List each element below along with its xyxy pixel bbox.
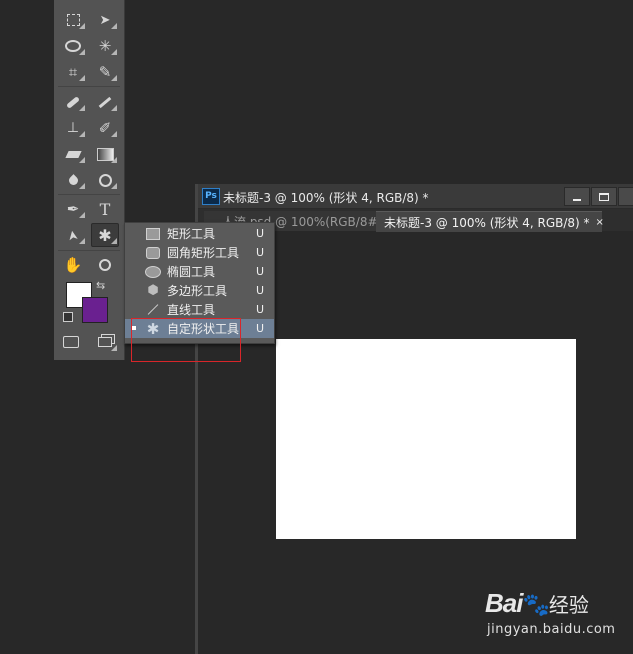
jingyan-text: 经验 xyxy=(548,593,589,617)
path-selection-tool[interactable]: ➤ xyxy=(60,224,86,246)
zoom-tool[interactable] xyxy=(92,254,118,276)
type-tool[interactable]: T xyxy=(92,198,118,220)
tab-untitled-3[interactable]: 未标题-3 @ 100% (形状 4, RGB/8) * × xyxy=(376,211,604,232)
lasso-tool[interactable] xyxy=(60,35,86,57)
hand-tool[interactable]: ✋ xyxy=(60,254,86,276)
eraser-tool[interactable] xyxy=(60,143,86,165)
paw-icon: 🐾 xyxy=(522,592,549,617)
annotation-highlight-box xyxy=(131,318,241,362)
spot-healing-tool[interactable] xyxy=(60,91,86,113)
close-icon[interactable]: × xyxy=(596,217,604,228)
rectangular-marquee-tool[interactable] xyxy=(60,9,86,31)
menu-item-ellipse-tool[interactable]: 椭圆工具 U xyxy=(125,262,274,281)
magic-wand-tool[interactable]: ✳ xyxy=(92,35,118,57)
menu-item-label: 矩形工具 xyxy=(167,227,216,241)
document-canvas[interactable] xyxy=(276,339,576,539)
drop-icon xyxy=(66,173,80,187)
ellipse-icon xyxy=(145,265,161,278)
toolbox-divider xyxy=(58,86,120,87)
move-icon: ➤ xyxy=(99,12,111,28)
gradient-tool[interactable] xyxy=(92,143,118,165)
baidu-logo-text: Bai xyxy=(485,588,523,618)
baidu-jingyan-watermark: Bai🐾经验 xyxy=(485,588,589,619)
watermark-url: jingyan.baidu.com xyxy=(487,622,616,637)
menu-item-label: 多边形工具 xyxy=(167,284,228,298)
eraser-icon xyxy=(64,150,82,158)
menu-item-shortcut: U xyxy=(256,322,265,335)
polygon-icon: ⬢ xyxy=(147,283,159,298)
swap-colors-icon[interactable]: ⇆ xyxy=(96,279,105,292)
line-icon xyxy=(145,304,161,316)
photoshop-logo-icon: Ps xyxy=(202,188,220,205)
background-color-swatch[interactable] xyxy=(82,297,108,323)
history-brush-tool[interactable]: ✐ xyxy=(92,117,118,139)
blur-tool[interactable] xyxy=(60,169,86,191)
window-title: 未标题-3 @ 100% (形状 4, RGB/8) * xyxy=(223,191,429,205)
screen-mode-icon xyxy=(98,337,112,347)
crop-icon: ⌗ xyxy=(68,63,78,81)
gradient-icon xyxy=(96,147,114,161)
menu-item-shortcut: U xyxy=(256,265,265,278)
type-icon: T xyxy=(99,199,111,219)
restore-button[interactable] xyxy=(591,187,617,206)
zoom-icon xyxy=(99,259,111,271)
menu-item-rounded-rectangle-tool[interactable]: 圆角矩形工具 U xyxy=(125,243,274,262)
history-brush-icon: ✐ xyxy=(98,119,112,137)
menu-item-shortcut: U xyxy=(256,246,265,259)
bandage-icon xyxy=(66,95,80,109)
eyedropper-tool[interactable]: ✎ xyxy=(92,61,118,83)
magic-wand-icon: ✳ xyxy=(98,37,112,55)
custom-shape-icon: ✱ xyxy=(98,225,112,245)
rounded-rectangle-icon xyxy=(145,246,161,259)
menu-item-shortcut: U xyxy=(256,227,265,240)
menu-item-rectangle-tool[interactable]: 矩形工具 U xyxy=(125,224,274,243)
menu-item-line-tool[interactable]: 直线工具 U xyxy=(125,300,274,319)
toolbox-divider xyxy=(58,250,120,251)
crop-tool[interactable]: ⌗ xyxy=(60,61,86,83)
lasso-icon xyxy=(65,40,81,52)
pen-icon: ✒ xyxy=(66,200,80,218)
custom-shape-tool[interactable]: ✱ xyxy=(91,223,119,247)
marquee-icon xyxy=(66,14,80,26)
stamp-icon: ⊥ xyxy=(66,120,80,136)
menu-item-shortcut: U xyxy=(256,303,265,316)
dodge-tool[interactable] xyxy=(92,169,118,191)
brush-tool[interactable] xyxy=(92,91,118,113)
hand-icon: ✋ xyxy=(63,256,83,274)
toolbox-divider xyxy=(58,194,120,195)
screen-mode-button[interactable] xyxy=(92,331,118,353)
quick-mask-icon xyxy=(63,336,79,348)
quick-mask-button[interactable] xyxy=(58,331,84,353)
pointer-icon: ➤ xyxy=(64,228,82,242)
document-titlebar[interactable]: Ps 未标题-3 @ 100% (形状 4, RGB/8) * xyxy=(198,184,633,209)
menu-item-label: 直线工具 xyxy=(167,303,216,317)
restore-icon xyxy=(599,192,609,201)
menu-item-label: 圆角矩形工具 xyxy=(167,246,240,260)
eyedropper-icon: ✎ xyxy=(98,63,112,81)
menu-item-polygon-tool[interactable]: ⬢ 多边形工具 U xyxy=(125,281,274,300)
menu-item-shortcut: U xyxy=(256,284,265,297)
menu-item-label: 椭圆工具 xyxy=(167,265,216,279)
close-window-button[interactable] xyxy=(618,187,633,206)
minimize-button[interactable] xyxy=(564,187,590,206)
dodge-icon xyxy=(98,173,112,187)
minimize-icon xyxy=(573,198,581,201)
pen-tool[interactable]: ✒ xyxy=(60,198,86,220)
default-colors-icon[interactable] xyxy=(63,312,73,322)
clone-stamp-tool[interactable]: ⊥ xyxy=(60,117,86,139)
brush-icon xyxy=(98,96,112,108)
rectangle-icon xyxy=(145,227,161,240)
tab-label: 未标题-3 @ 100% (形状 4, RGB/8) * xyxy=(384,215,590,230)
move-tool[interactable]: ➤ xyxy=(92,9,118,31)
